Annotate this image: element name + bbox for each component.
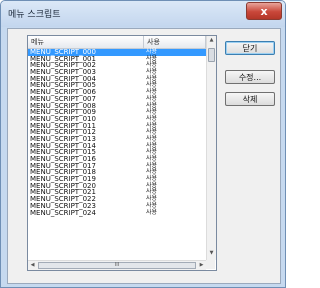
close-window-button[interactable]: x [246,2,282,20]
list-item[interactable]: MENU_SCRIPT_024 사용 [28,208,206,217]
horizontal-scrollbar[interactable]: ◀ III ▶ [28,260,206,270]
vertical-scrollbar[interactable]: ▲ ▼ [206,36,216,260]
close-icon: x [260,5,268,18]
use-cell: 사용 [146,208,158,216]
menu-script-dialog: 메뉴 스크립트 x 메뉴 사용 MENU_SCRIPT_000 사용 MENU_SC… [0,0,286,288]
column-header-use[interactable]: 사용 [144,36,206,48]
scroll-up-icon[interactable]: ▲ [207,37,216,43]
window-title: 메뉴 스크립트 [8,10,61,20]
horizontal-scroll-thumb[interactable]: III [38,262,196,269]
title-bar[interactable]: 메뉴 스크립트 x [1,1,285,27]
column-header-menu[interactable]: 메뉴 [28,36,144,48]
scroll-right-icon[interactable]: ▶ [197,261,206,270]
scroll-grip-icon: III [114,262,120,268]
menu-script-list[interactable]: 메뉴 사용 MENU_SCRIPT_000 사용 MENU_SCRIPT_001 사용… [27,35,217,271]
scroll-left-icon[interactable]: ◀ [28,261,37,270]
dialog-client-area: 메뉴 사용 MENU_SCRIPT_000 사용 MENU_SCRIPT_001 사용… [7,28,281,284]
close-button[interactable]: 닫기 [225,41,275,55]
edit-button[interactable]: 수정... [225,70,275,84]
delete-button[interactable]: 삭제 [225,92,275,106]
list-rows: MENU_SCRIPT_000 사용 MENU_SCRIPT_001 사용 MENU_S… [28,48,206,217]
scroll-down-icon[interactable]: ▼ [207,250,216,256]
menu-name-cell: MENU_SCRIPT_024 [30,208,96,217]
vertical-scroll-thumb[interactable] [208,48,215,62]
scrollbar-corner [206,260,215,269]
